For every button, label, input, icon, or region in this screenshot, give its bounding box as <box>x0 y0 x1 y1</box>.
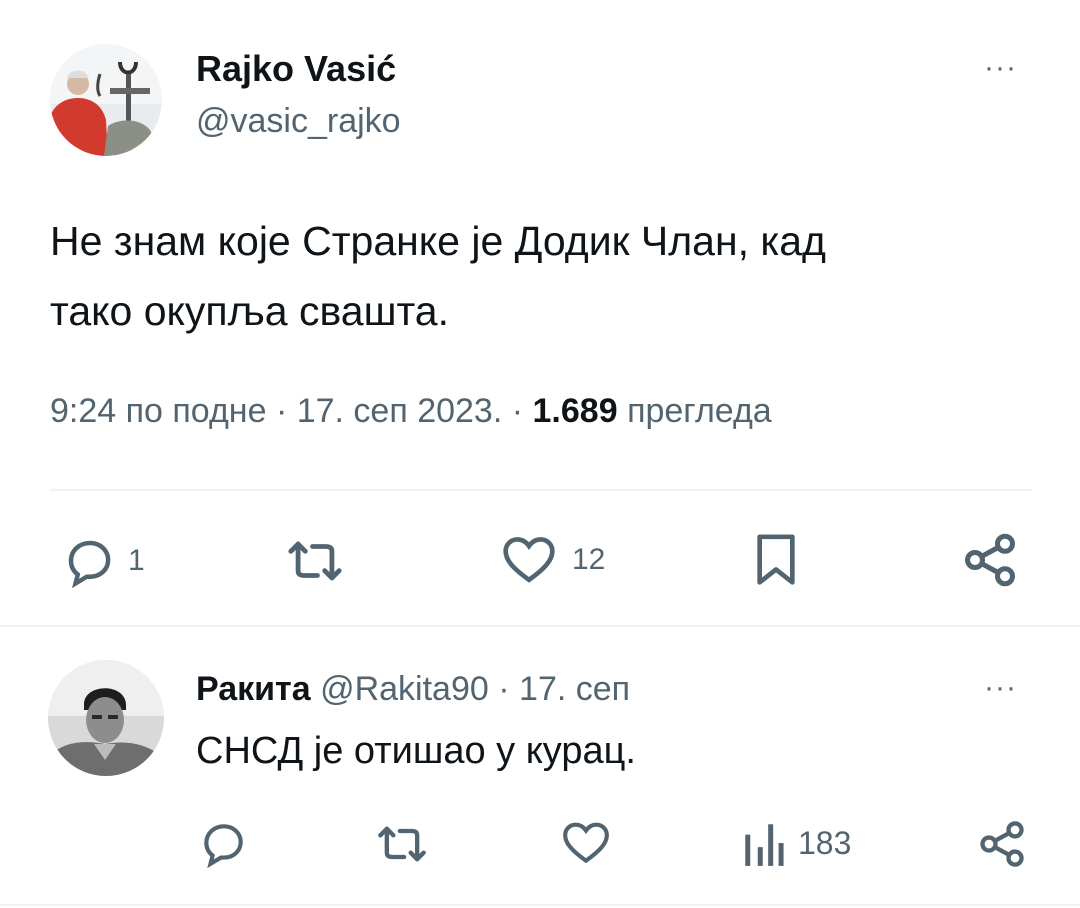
views-count[interactable]: 1.689 <box>533 392 618 430</box>
reply-date[interactable]: 17. сеп <box>519 670 630 708</box>
reply-views-button[interactable]: 183 <box>742 818 851 868</box>
tweet-meta: 9:24 по подне · 17. сеп 2023. · 1.689 пр… <box>50 392 772 431</box>
like-icon <box>503 537 555 583</box>
reply-author-avatar[interactable] <box>48 660 164 776</box>
retweet-button[interactable] <box>284 532 346 590</box>
avatar-photo <box>50 44 162 156</box>
like-count: 12 <box>572 543 606 576</box>
tweet-time[interactable]: 9:24 по подне <box>50 392 266 430</box>
tweet-date[interactable]: 17. сеп 2023. <box>297 392 503 430</box>
reply-author-handle[interactable]: @Rakita90 <box>320 670 489 708</box>
reply-icon <box>204 824 243 868</box>
reply-reply-button[interactable] <box>198 818 248 868</box>
more-icon[interactable]: ··· <box>984 53 1017 83</box>
reply-retweet-button[interactable] <box>374 818 430 870</box>
share-button[interactable] <box>960 530 1020 590</box>
reply-header: Ракита @Rakita90 · 17. сеп <box>196 670 630 709</box>
reply-avatar-photo <box>48 660 164 776</box>
author-handle[interactable]: @vasic_rajko <box>196 102 401 141</box>
author-name[interactable]: Rajko Vasić <box>196 48 396 90</box>
share-icon <box>965 533 1015 587</box>
divider-top <box>50 489 1032 491</box>
reply-like-button[interactable] <box>560 818 612 868</box>
retweet-icon <box>378 826 426 862</box>
like-icon <box>563 822 609 864</box>
like-button[interactable]: 12 <box>500 532 605 588</box>
reply-button[interactable]: 1 <box>62 534 145 588</box>
tweet-text-line-2: тако окупља свашта. <box>50 288 449 334</box>
divider-end <box>0 904 1080 906</box>
reply-more-icon[interactable]: ··· <box>984 673 1017 703</box>
author-avatar[interactable] <box>50 44 162 156</box>
divider-bottom <box>0 625 1080 627</box>
reply-count: 1 <box>128 544 145 577</box>
retweet-icon <box>288 541 342 581</box>
reply-meta-separator: · <box>498 670 510 708</box>
meta-separator: · <box>275 392 288 430</box>
meta-separator: · <box>511 392 524 430</box>
views-label: прегледа <box>627 392 772 430</box>
tweet-text-line-1: Не знам које Странке је Додик Члан, кад <box>50 218 826 264</box>
reply-icon <box>68 540 111 588</box>
views-icon <box>745 824 784 866</box>
bookmark-button[interactable] <box>748 528 804 590</box>
share-icon <box>980 821 1024 867</box>
reply-text: СНСД је отишао у курац. <box>196 730 636 772</box>
reply-views-count: 183 <box>798 824 852 861</box>
bookmark-icon <box>757 534 795 585</box>
reply-author-name[interactable]: Ракита <box>196 670 311 708</box>
reply-share-button[interactable] <box>976 818 1028 870</box>
